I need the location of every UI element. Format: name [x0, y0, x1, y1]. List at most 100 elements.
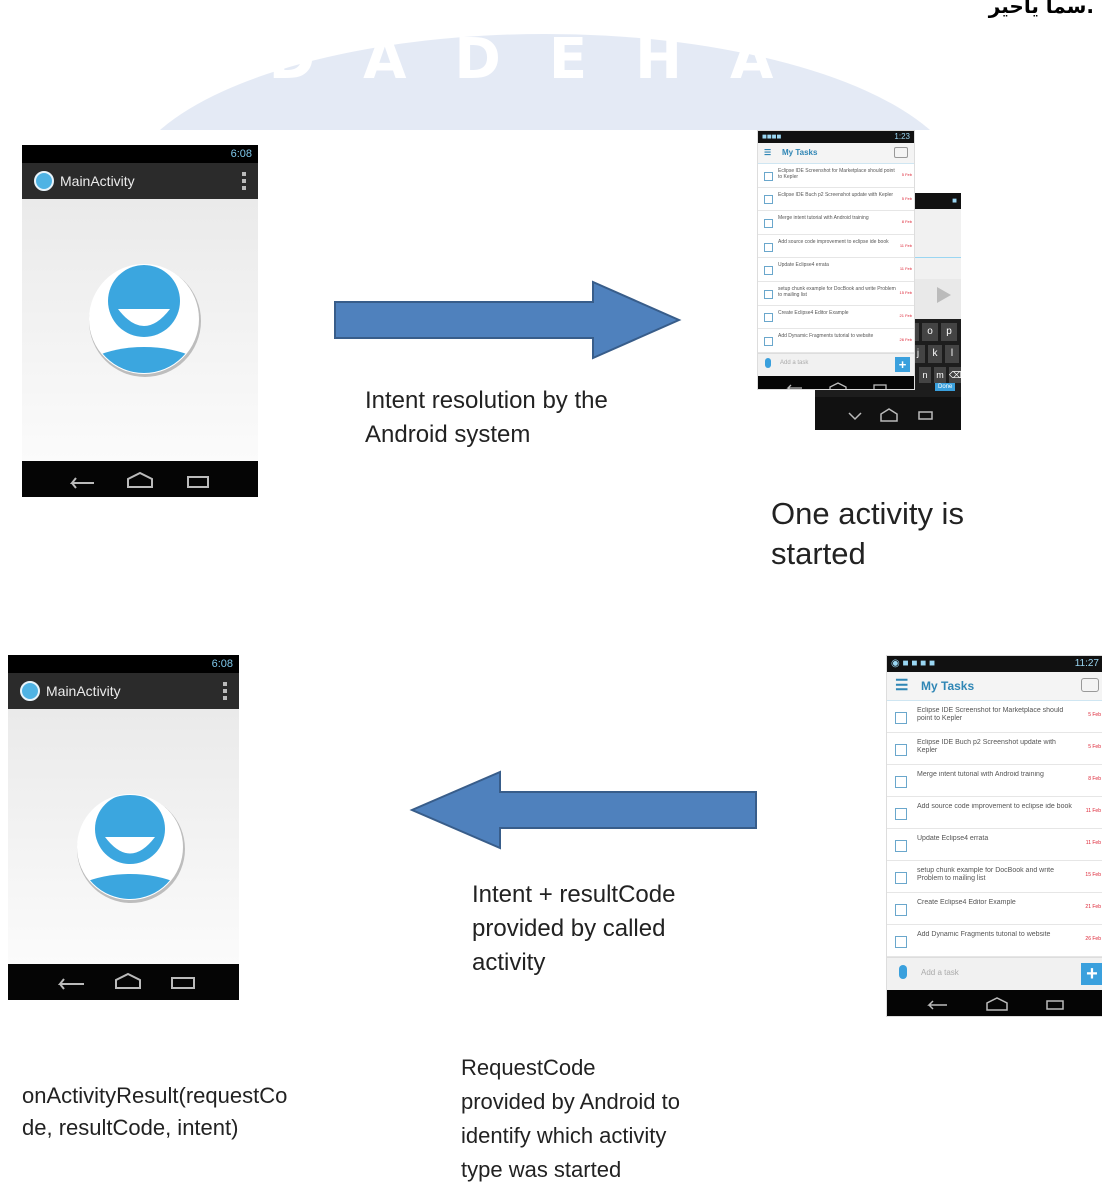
task-row[interactable]: Eclipse IDE Buch p2 Screenshot update wi… — [758, 188, 914, 212]
mic-icon[interactable] — [899, 965, 907, 979]
task-date: 21 Feb — [1085, 903, 1101, 910]
task-date: 5 Feb — [901, 195, 912, 201]
main-activity-phone-top: 6:08 MainActivity — [22, 145, 258, 497]
home-icon — [115, 972, 141, 989]
task-checkbox[interactable] — [895, 711, 907, 724]
tasks-list-small: Eclipse IDE Screenshot for Marketplace s… — [758, 164, 914, 353]
activity-content — [8, 709, 239, 964]
key-backspace[interactable]: ⌫ — [949, 367, 961, 383]
tasks-title: My Tasks — [921, 679, 975, 693]
task-checkbox[interactable] — [895, 935, 907, 948]
tasks-title: My Tasks — [782, 148, 818, 157]
mic-icon[interactable] — [765, 357, 771, 368]
task-text: Add source code improvement to eclipse i… — [917, 802, 1072, 810]
drawer-menu-icon[interactable]: ☰ — [764, 143, 771, 163]
main-activity-phone-bottom: 6:08 MainActivity — [8, 655, 239, 1000]
key-o[interactable]: o — [922, 323, 938, 341]
status-time: 6:08 — [211, 658, 233, 670]
arrow-right — [334, 280, 682, 360]
task-checkbox[interactable] — [895, 743, 907, 756]
avatar-icon — [89, 264, 201, 377]
status-bar: 6:08 — [8, 655, 239, 673]
task-row[interactable]: Create Eclipse4 Editor Example 21 Feb — [887, 893, 1102, 925]
task-row[interactable]: Merge intent tutorial with Android train… — [758, 211, 914, 235]
task-text: Add source code improvement to eclipse i… — [778, 238, 889, 245]
status-time: 11:27 — [1074, 658, 1099, 669]
app-logo-icon — [34, 171, 54, 191]
task-checkbox[interactable] — [764, 242, 773, 252]
task-date: 11 Feb — [1085, 839, 1101, 846]
task-row[interactable]: Add Dynamic Fragments tutorial to websit… — [758, 329, 914, 353]
task-checkbox[interactable] — [764, 336, 773, 346]
add-task-button[interactable]: + — [1081, 963, 1102, 985]
add-task-bar: Add a task + — [887, 957, 1102, 990]
task-date: 5 Feb — [1088, 743, 1101, 750]
task-checkbox[interactable] — [764, 218, 773, 228]
task-row[interactable]: Add Dynamic Fragments tutorial to websit… — [887, 925, 1102, 957]
task-text: Merge intent tutorial with Android train… — [778, 215, 869, 222]
key-n[interactable]: n — [919, 367, 931, 383]
task-row[interactable]: Update Eclipse4 errata 11 Feb — [758, 258, 914, 282]
task-date: 8 Feb — [1088, 775, 1101, 782]
chat-icon[interactable] — [1081, 678, 1099, 692]
task-row[interactable]: Merge intent tutorial with Android train… — [887, 765, 1102, 797]
app-title: MainActivity — [46, 683, 121, 699]
intent-resolution-label: Intent resolution by the Android system — [365, 387, 608, 448]
task-date: 15 Feb — [899, 289, 912, 295]
drawer-menu-icon[interactable]: ☰ — [895, 672, 908, 700]
key-l[interactable]: l — [945, 345, 959, 363]
chat-icon[interactable] — [894, 147, 908, 158]
task-checkbox[interactable] — [764, 266, 773, 276]
task-row[interactable]: setup chunk example for DocBook and writ… — [758, 282, 914, 306]
task-date: 26 Feb — [899, 337, 912, 343]
task-checkbox[interactable] — [895, 775, 907, 788]
task-row[interactable]: setup chunk example for DocBook and writ… — [887, 861, 1102, 893]
task-row[interactable]: Eclipse IDE Screenshot for Marketplace s… — [887, 701, 1102, 733]
task-row[interactable]: Update Eclipse4 errata 11 Feb — [887, 829, 1102, 861]
key-p[interactable]: p — [941, 323, 957, 341]
app-title: MainActivity — [60, 173, 135, 189]
task-text: Eclipse IDE Buch p2 Screenshot update wi… — [778, 191, 894, 198]
intent-result-label: Intent + resultCode provided by called a… — [472, 881, 676, 976]
task-checkbox[interactable] — [764, 195, 773, 205]
arrow-left — [409, 770, 757, 850]
key-m[interactable]: m — [934, 367, 946, 383]
task-text: Update Eclipse4 errata — [917, 834, 989, 842]
add-task-input[interactable]: Add a task — [921, 968, 959, 977]
tasks-phone-small: ■■■■ 1:23 ☰ My Tasks Eclipse IDE Screensh… — [757, 130, 915, 390]
add-task-input[interactable]: Add a task — [780, 360, 808, 366]
task-row[interactable]: Eclipse IDE Screenshot for Marketplace s… — [758, 164, 914, 188]
task-checkbox[interactable] — [764, 313, 773, 323]
add-task-button[interactable]: + — [895, 356, 910, 372]
task-checkbox[interactable] — [895, 839, 907, 852]
task-row[interactable]: Create Eclipse4 Editor Example 21 Feb — [758, 306, 914, 330]
task-row[interactable]: Add source code improvement to eclipse i… — [758, 235, 914, 259]
home-icon — [127, 471, 153, 488]
task-date: 5 Feb — [901, 171, 912, 177]
task-row[interactable]: Eclipse IDE Buch p2 Screenshot update wi… — [887, 733, 1102, 765]
key-done[interactable]: Done — [935, 383, 956, 391]
task-date: 11 Feb — [899, 266, 912, 272]
overflow-menu-icon[interactable] — [242, 172, 246, 190]
back-icon — [69, 477, 94, 489]
overflow-menu-icon[interactable] — [223, 682, 227, 700]
key-k[interactable]: k — [928, 345, 942, 363]
on-activity-result-label: onActivityResult(requestCo de, resultCod… — [22, 1083, 288, 1140]
task-date: 5 Feb — [1088, 711, 1101, 718]
task-checkbox[interactable] — [895, 807, 907, 820]
task-date: 21 Feb — [899, 313, 912, 319]
task-row[interactable]: Add source code improvement to eclipse i… — [887, 797, 1102, 829]
task-checkbox[interactable] — [764, 171, 773, 181]
task-checkbox[interactable] — [895, 903, 907, 916]
watermark: DADEHA — [160, 27, 930, 130]
task-checkbox[interactable] — [764, 289, 773, 299]
task-checkbox[interactable] — [895, 871, 907, 884]
task-date: 26 Feb — [1085, 935, 1101, 942]
watermark-text: DADEHA — [269, 27, 822, 92]
nav-bar — [758, 375, 914, 389]
add-task-bar: Add a task + — [758, 352, 914, 376]
recents-icon — [171, 977, 195, 989]
back-icon — [57, 978, 84, 990]
one-activity-label: One activity is started — [771, 496, 964, 571]
task-text: Eclipse IDE Screenshot for Marketplace s… — [917, 706, 1064, 722]
